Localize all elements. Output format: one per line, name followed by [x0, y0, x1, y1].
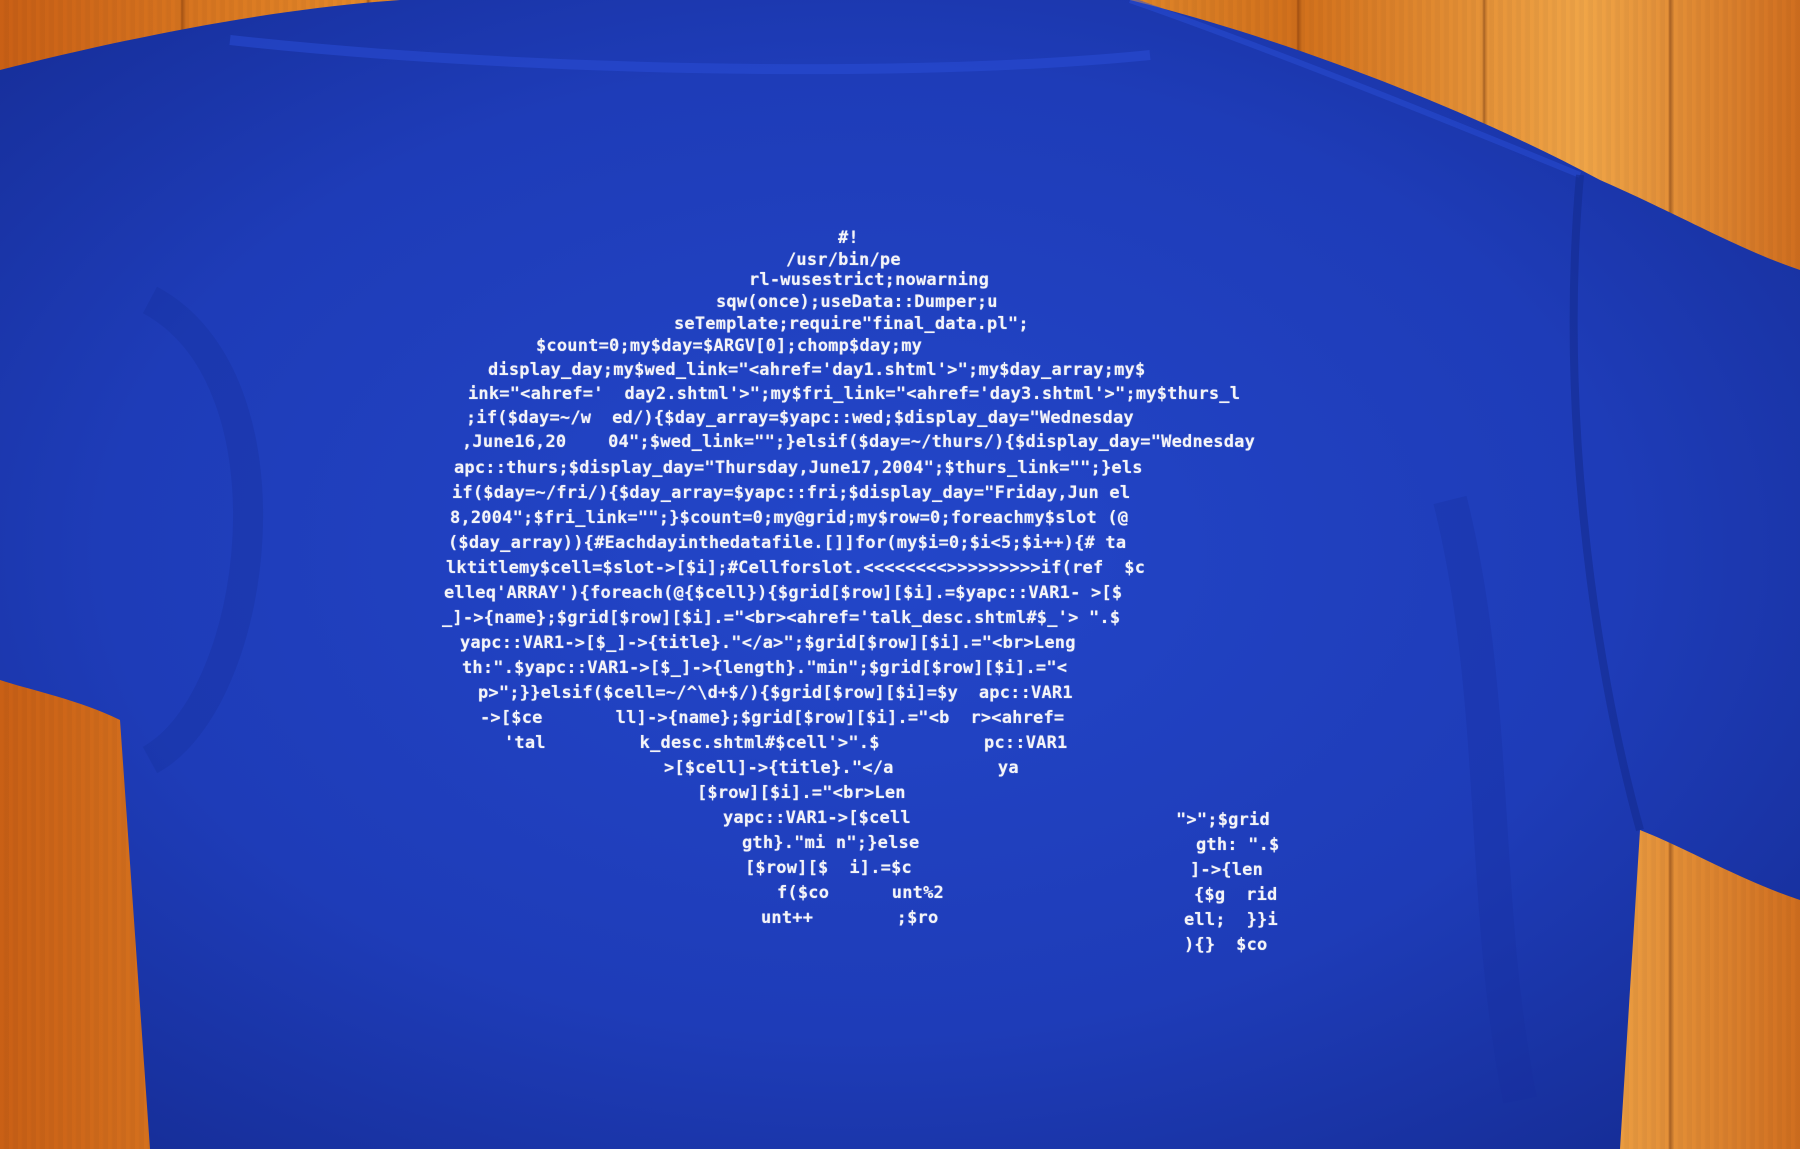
- blue-tshirt: [0, 0, 1800, 1149]
- shirt-body: [0, 0, 1800, 1149]
- photo-scene: #! /usr/bin/pe rl-wusestrict;nowarning s…: [0, 0, 1800, 1149]
